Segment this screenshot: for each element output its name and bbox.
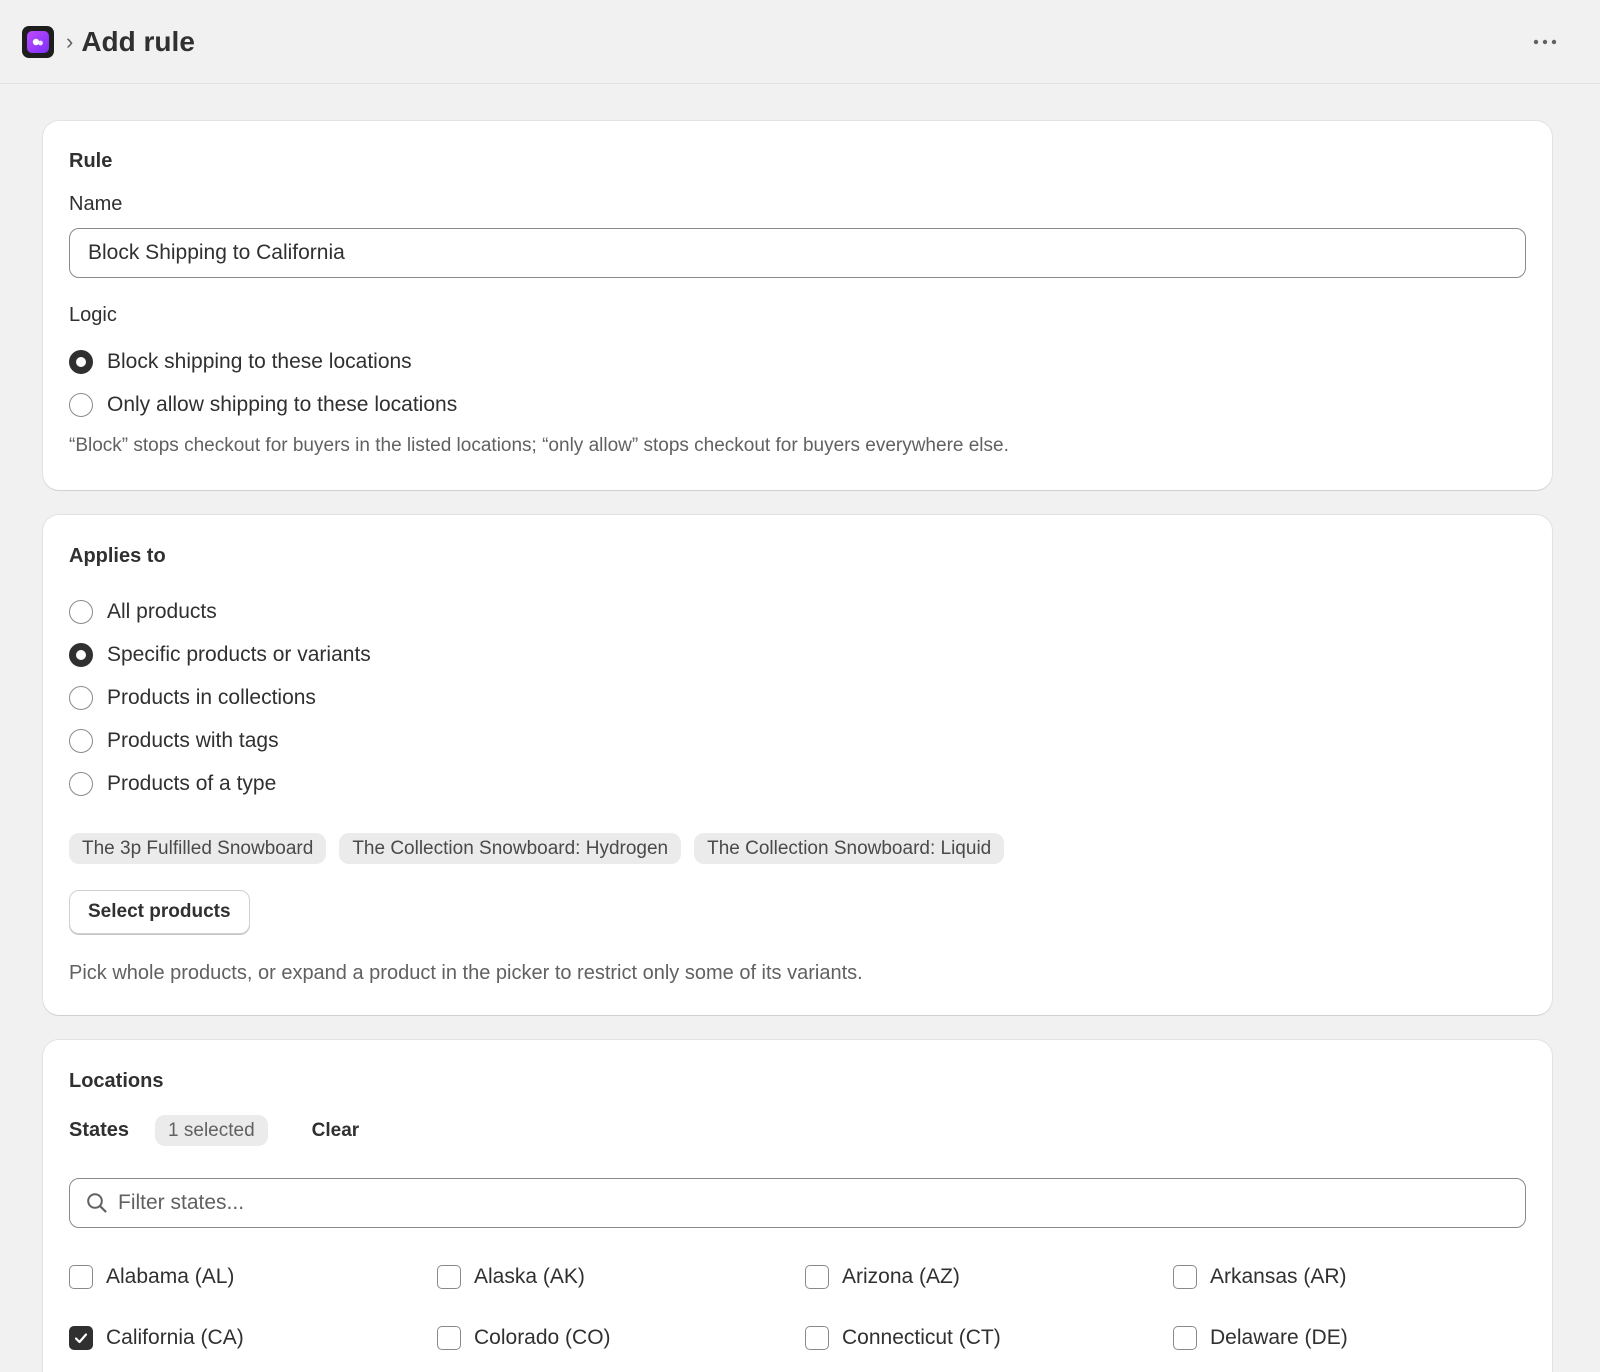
applies-option-collections[interactable]: Products in collections — [69, 683, 316, 713]
applies-option-label: Products with tags — [107, 729, 279, 752]
selected-count-badge: 1 selected — [155, 1115, 268, 1146]
state-label: Connecticut (CT) — [842, 1326, 1001, 1349]
ellipsis-horizontal-icon — [1533, 39, 1557, 45]
state-checkbox-connecticut[interactable]: Connecticut (CT) — [805, 1323, 1173, 1353]
logic-option-label: Block shipping to these locations — [107, 350, 412, 373]
checkbox-checked[interactable] — [69, 1326, 93, 1350]
checkbox-unchecked[interactable] — [1173, 1326, 1197, 1350]
state-label: Arkansas (AR) — [1210, 1265, 1347, 1288]
state-checkbox-colorado[interactable]: Colorado (CO) — [437, 1323, 805, 1353]
state-label: Delaware (DE) — [1210, 1326, 1348, 1349]
breadcrumb-chevron-icon: › — [66, 28, 74, 54]
state-label: California (CA) — [106, 1326, 244, 1349]
rule-card: Rule Name Block Shipping to California L… — [43, 121, 1552, 490]
name-label: Name — [69, 193, 123, 215]
app-logo-icon — [27, 30, 49, 53]
state-label: Alaska (AK) — [474, 1265, 585, 1288]
logic-help-text: “Block” stops checkout for buyers in the… — [69, 435, 1009, 456]
radio-unselected[interactable] — [69, 729, 93, 753]
locations-card: Locations States 1 selected Clear Filter… — [43, 1040, 1552, 1372]
checkbox-unchecked[interactable] — [437, 1265, 461, 1289]
logic-option-label: Only allow shipping to these locations — [107, 393, 458, 416]
radio-unselected[interactable] — [69, 772, 93, 796]
applies-option-label: Products in collections — [107, 686, 316, 709]
checkmark-icon — [74, 1333, 88, 1344]
checkbox-unchecked[interactable] — [437, 1326, 461, 1350]
filter-states-input[interactable]: Filter states... — [69, 1178, 1526, 1228]
state-checkbox-alabama[interactable]: Alabama (AL) — [69, 1262, 437, 1292]
checkbox-unchecked[interactable] — [69, 1265, 93, 1289]
page-header: › Add rule — [0, 0, 1600, 84]
product-tag[interactable]: The 3p Fulfilled Snowboard — [69, 833, 327, 864]
applies-option-tags[interactable]: Products with tags — [69, 726, 279, 756]
select-products-button[interactable]: Select products — [69, 890, 250, 934]
applies-option-label: Specific products or variants — [107, 643, 371, 666]
rule-name-input[interactable]: Block Shipping to California — [69, 228, 1526, 278]
logic-option-allow[interactable]: Only allow shipping to these locations — [69, 390, 457, 420]
state-checkbox-arkansas[interactable]: Arkansas (AR) — [1173, 1262, 1541, 1292]
logic-label: Logic — [69, 304, 117, 326]
clear-button[interactable]: Clear — [312, 1120, 360, 1142]
state-checkbox-arizona[interactable]: Arizona (AZ) — [805, 1262, 1173, 1292]
applies-option-label: All products — [107, 600, 217, 623]
state-checkbox-california[interactable]: California (CA) — [69, 1323, 437, 1353]
applies-option-label: Products of a type — [107, 772, 277, 795]
radio-unselected[interactable] — [69, 600, 93, 624]
applies-option-all-products[interactable]: All products — [69, 597, 217, 627]
page-title: Add rule — [81, 25, 195, 57]
applies-option-specific-products[interactable]: Specific products or variants — [69, 640, 371, 670]
state-checkbox-delaware[interactable]: Delaware (DE) — [1173, 1323, 1541, 1353]
filter-states-placeholder: Filter states... — [118, 1191, 245, 1214]
radio-selected[interactable] — [69, 643, 93, 667]
applies-to-title: Applies to — [69, 545, 166, 567]
states-label: States — [69, 1119, 130, 1141]
product-tag[interactable]: The Collection Snowboard: Liquid — [694, 833, 1005, 864]
checkbox-unchecked[interactable] — [805, 1326, 829, 1350]
app-icon[interactable] — [22, 25, 54, 58]
more-actions-button[interactable] — [1530, 28, 1560, 56]
state-label: Alabama (AL) — [106, 1265, 235, 1288]
states-header: States 1 selected Clear — [69, 1115, 359, 1146]
search-icon — [87, 1193, 107, 1213]
product-tag[interactable]: The Collection Snowboard: Hydrogen — [339, 833, 682, 864]
rule-card-title: Rule — [69, 150, 113, 172]
state-label: Arizona (AZ) — [842, 1265, 960, 1288]
applies-help-text: Pick whole products, or expand a product… — [69, 962, 863, 984]
checkbox-unchecked[interactable] — [805, 1265, 829, 1289]
radio-selected[interactable] — [69, 350, 93, 374]
radio-unselected[interactable] — [69, 393, 93, 417]
state-checkbox-alaska[interactable]: Alaska (AK) — [437, 1262, 805, 1292]
locations-title: Locations — [69, 1070, 164, 1092]
applies-option-type[interactable]: Products of a type — [69, 769, 276, 799]
checkbox-unchecked[interactable] — [1173, 1265, 1197, 1289]
state-label: Colorado (CO) — [474, 1326, 611, 1349]
selected-products-list: The 3p Fulfilled Snowboard The Collectio… — [69, 833, 1017, 864]
states-grid: Alabama (AL) Alaska (AK) Arizona (AZ) Ar… — [69, 1262, 1541, 1353]
radio-unselected[interactable] — [69, 686, 93, 710]
logic-option-block[interactable]: Block shipping to these locations — [69, 347, 412, 377]
applies-to-card: Applies to All products Specific product… — [43, 515, 1552, 1015]
